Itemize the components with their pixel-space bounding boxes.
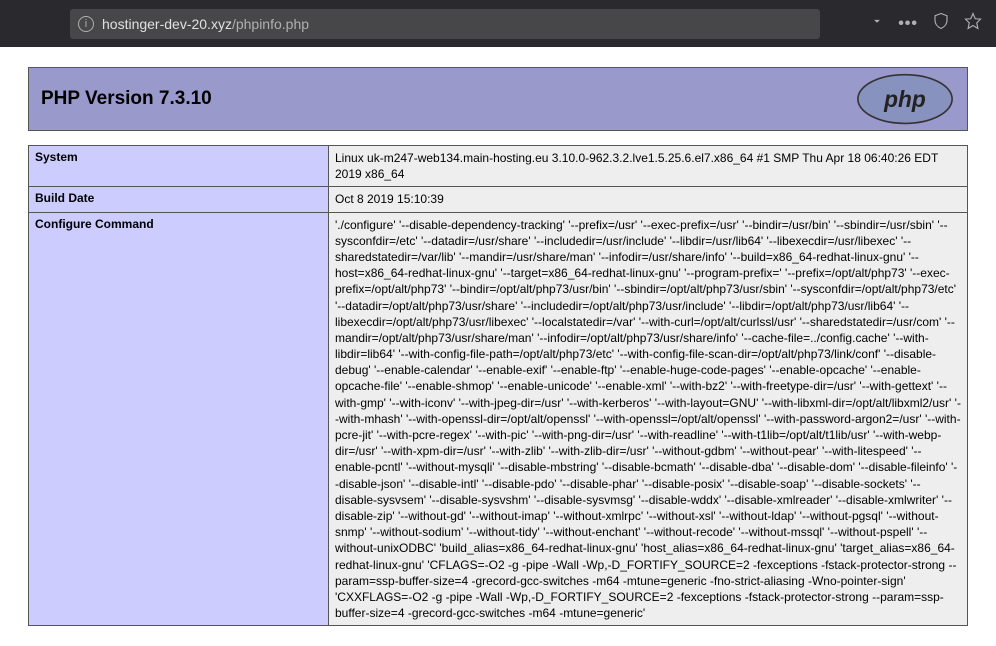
phpinfo-header: PHP Version 7.3.10 php	[28, 67, 968, 131]
more-dots-icon[interactable]: •••	[898, 15, 918, 33]
shield-icon[interactable]	[932, 12, 950, 35]
php-logo: php	[855, 73, 955, 125]
row-label: Configure Command	[29, 212, 329, 626]
svg-text:php: php	[883, 86, 926, 112]
url-domain: hostinger-dev-20.xyz	[102, 16, 232, 32]
table-row: System Linux uk-m247-web134.main-hosting…	[29, 146, 968, 187]
phpinfo-table: System Linux uk-m247-web134.main-hosting…	[28, 145, 968, 626]
row-value: Linux uk-m247-web134.main-hosting.eu 3.1…	[329, 146, 968, 187]
chevron-down-icon[interactable]	[870, 14, 884, 33]
url-path: /phpinfo.php	[232, 16, 309, 32]
toolbar-right-icons: •••	[870, 12, 986, 35]
info-icon[interactable]: i	[78, 16, 94, 32]
table-row: Build Date Oct 8 2019 15:10:39	[29, 187, 968, 212]
browser-toolbar: i hostinger-dev-20.xyz/phpinfo.php •••	[0, 0, 996, 47]
row-label: Build Date	[29, 187, 329, 212]
row-value: Oct 8 2019 15:10:39	[329, 187, 968, 212]
row-value: './configure' '--disable-dependency-trac…	[329, 212, 968, 626]
page-title: PHP Version 7.3.10	[41, 88, 212, 110]
url-text: hostinger-dev-20.xyz/phpinfo.php	[102, 16, 309, 32]
bookmark-star-icon[interactable]	[964, 12, 982, 35]
page-content: PHP Version 7.3.10 php System Linux uk-m…	[0, 47, 996, 646]
table-row: Configure Command './configure' '--disab…	[29, 212, 968, 626]
row-label: System	[29, 146, 329, 187]
url-bar[interactable]: i hostinger-dev-20.xyz/phpinfo.php	[70, 9, 820, 39]
